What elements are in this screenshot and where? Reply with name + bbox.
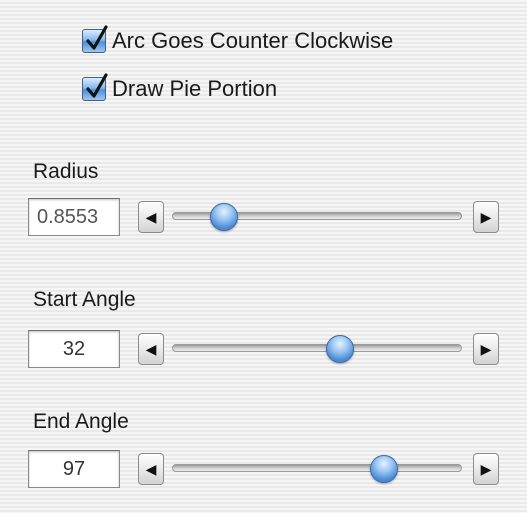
start-angle-slider-knob[interactable] bbox=[326, 335, 355, 363]
draw-pie-label: Draw Pie Portion bbox=[112, 76, 278, 101]
draw-pie-option[interactable]: Draw Pie Portion bbox=[82, 72, 277, 106]
start-angle-label: Start Angle bbox=[33, 288, 136, 311]
arc-ccw-label: Arc Goes Counter Clockwise bbox=[112, 28, 394, 53]
draw-pie-checkbox[interactable] bbox=[82, 73, 108, 101]
radius-slider-knob[interactable] bbox=[210, 203, 239, 231]
arc-ccw-checkbox[interactable] bbox=[82, 25, 108, 53]
arc-ccw-option[interactable]: Arc Goes Counter Clockwise bbox=[82, 24, 393, 58]
left-arrow-icon: ◀ bbox=[145, 460, 157, 477]
end-angle-slider-track[interactable] bbox=[172, 464, 462, 472]
start-angle-decrement-button[interactable]: ◀ bbox=[138, 333, 164, 365]
end-angle-decrement-button[interactable]: ◀ bbox=[138, 453, 164, 485]
end-angle-value-field[interactable]: 97 bbox=[28, 450, 120, 488]
end-angle-label: End Angle bbox=[33, 410, 129, 433]
end-angle-increment-button[interactable]: ▶ bbox=[473, 453, 499, 485]
start-angle-value-field[interactable]: 32 bbox=[28, 330, 120, 368]
checkmark-icon bbox=[86, 25, 108, 50]
right-arrow-icon: ▶ bbox=[480, 208, 492, 225]
checkmark-icon bbox=[86, 73, 108, 98]
start-angle-slider-track[interactable] bbox=[172, 344, 462, 352]
right-arrow-icon: ▶ bbox=[480, 340, 492, 357]
radius-increment-button[interactable]: ▶ bbox=[473, 201, 499, 233]
right-arrow-icon: ▶ bbox=[480, 460, 492, 477]
radius-decrement-button[interactable]: ◀ bbox=[138, 201, 164, 233]
radius-value-field[interactable]: 0.8553 bbox=[28, 198, 120, 236]
left-arrow-icon: ◀ bbox=[145, 208, 157, 225]
radius-label: Radius bbox=[33, 160, 99, 183]
start-angle-increment-button[interactable]: ▶ bbox=[473, 333, 499, 365]
end-angle-slider-knob[interactable] bbox=[369, 455, 398, 483]
left-arrow-icon: ◀ bbox=[145, 340, 157, 357]
